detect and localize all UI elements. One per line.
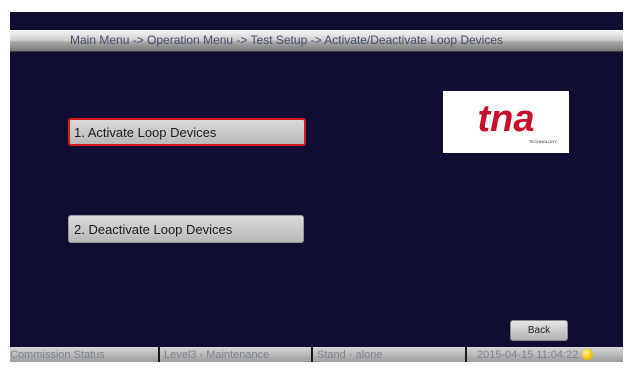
logo-text: tna bbox=[478, 98, 535, 140]
tna-technology-logo: tna TECHNOLOGY bbox=[443, 91, 569, 153]
deactivate-loop-devices-button[interactable]: 2. Deactivate Loop Devices bbox=[68, 215, 304, 243]
main-panel: Main Menu -> Operation Menu -> Test Setu… bbox=[10, 12, 623, 362]
status-bar: Commission Status Level3 - Maintenance S… bbox=[10, 347, 623, 362]
commission-status[interactable]: Commission Status bbox=[10, 347, 160, 362]
datetime-text: 2015-04-15 11:04:22 bbox=[477, 348, 579, 361]
breadcrumb: Main Menu -> Operation Menu -> Test Setu… bbox=[70, 33, 504, 47]
activate-loop-devices-button[interactable]: 1. Activate Loop Devices bbox=[68, 118, 306, 146]
status-indicator-icon bbox=[582, 349, 594, 360]
back-button[interactable]: Back bbox=[510, 320, 568, 341]
datetime-cell: 2015-04-15 11:04:22 bbox=[467, 347, 623, 362]
title-bar: Main Menu -> Operation Menu -> Test Setu… bbox=[10, 30, 623, 52]
network-mode: Stand - alone bbox=[313, 347, 467, 362]
access-level: Level3 - Maintenance bbox=[160, 347, 313, 362]
logo-subtext: TECHNOLOGY bbox=[529, 139, 557, 144]
